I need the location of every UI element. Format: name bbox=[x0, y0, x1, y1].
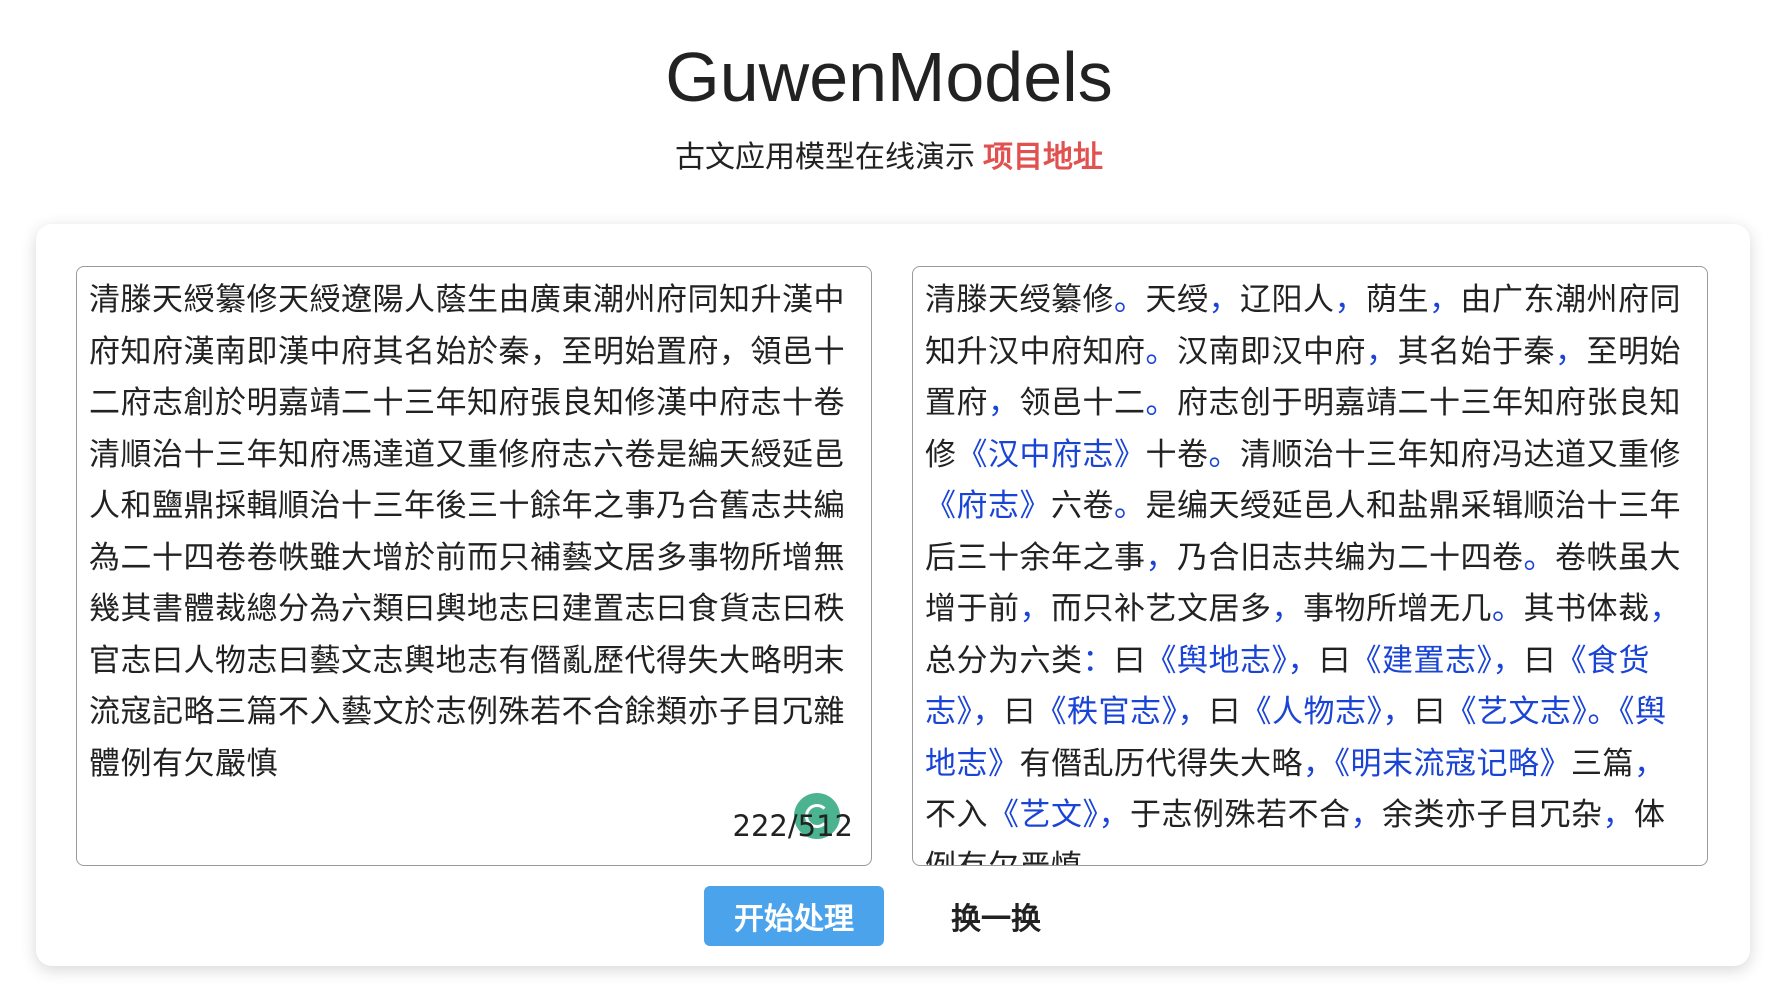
subtitle-text: 古文应用模型在线演示 bbox=[675, 140, 975, 175]
output-segment: 曰 bbox=[1319, 642, 1351, 679]
output-segment: 汉南即汉中府 bbox=[1177, 333, 1366, 370]
output-segment: 。 bbox=[1523, 539, 1555, 576]
output-segment: 辽阳人 bbox=[1240, 282, 1335, 318]
shuffle-button[interactable]: 换一换 bbox=[916, 886, 1076, 946]
output-segment: 领邑十二 bbox=[1019, 385, 1146, 421]
output-segment: 。 bbox=[1145, 385, 1177, 421]
output-panel: 清滕天绶纂修。天绶，辽阳人，荫生，由广东潮州府同知升汉中府知府。汉南即汉中府，其… bbox=[912, 266, 1708, 866]
output-segment: 曰 bbox=[1004, 694, 1036, 730]
output-segment: 三篇 bbox=[1571, 745, 1634, 782]
output-segment: 《艺文志》。 bbox=[1445, 694, 1619, 730]
output-segment: ， bbox=[1649, 591, 1681, 627]
output-segment: 事物所增无几 bbox=[1303, 591, 1492, 627]
output-segment: 不入 bbox=[925, 797, 988, 833]
output-segment: ， bbox=[1145, 539, 1177, 576]
project-link[interactable]: 项目地址 bbox=[983, 140, 1103, 175]
output-segment: 十卷 bbox=[1145, 436, 1209, 473]
output-segment: 《汉中府志》 bbox=[956, 436, 1146, 473]
output-segment: 六卷 bbox=[1051, 488, 1114, 524]
output-segment: 。 bbox=[1145, 333, 1177, 370]
output-segment: 于志例殊若不合 bbox=[1130, 797, 1351, 833]
output-segment: 曰 bbox=[1114, 642, 1146, 679]
output-segment: 其名始于秦 bbox=[1397, 333, 1555, 370]
output-segment: 。 bbox=[1208, 436, 1240, 473]
output-segment: 曰 bbox=[1209, 694, 1241, 730]
output-segment: 天绶 bbox=[1145, 282, 1209, 318]
output-segment: ： bbox=[1082, 642, 1114, 679]
output-segment: 《明末流寇记略》 bbox=[1334, 745, 1571, 782]
output-segment: 《人物志》， bbox=[1240, 694, 1414, 730]
output-segment: 其书体裁 bbox=[1523, 591, 1650, 627]
subtitle: 古文应用模型在线演示 项目地址 bbox=[0, 136, 1778, 180]
output-segment: ， bbox=[1208, 282, 1240, 318]
output-segment: 总分为六类 bbox=[925, 642, 1083, 679]
output-segment: 清顺治十三年知府冯达道又重修 bbox=[1240, 436, 1681, 473]
output-text: 清滕天绶纂修。天绶，辽阳人，荫生，由广东潮州府同知升汉中府知府。汉南即汉中府，其… bbox=[925, 275, 1695, 865]
output-segment: 有僭乱历代得失大略 bbox=[1019, 745, 1303, 782]
start-button[interactable]: 开始处理 bbox=[704, 886, 884, 946]
output-segment: ， bbox=[1429, 282, 1461, 318]
output-segment: 余类亦子目冗杂 bbox=[1382, 797, 1603, 833]
app-title: GuwenModels bbox=[665, 38, 1113, 116]
output-segment: 《艺文》， bbox=[988, 797, 1130, 833]
input-textarea[interactable]: 清滕天綬纂修天綬遼陽人蔭生由廣東潮州府同知升漢中府知府漢南即漢中府其名始於秦，至… bbox=[76, 266, 872, 866]
output-segment: ， bbox=[1634, 745, 1666, 782]
output-segment: ， bbox=[988, 385, 1020, 421]
output-segment: 乃合旧志共编为二十四卷 bbox=[1177, 539, 1524, 576]
output-segment: ， bbox=[1271, 591, 1303, 627]
output-segment: ， bbox=[1602, 797, 1634, 833]
output-segment: ， bbox=[1019, 591, 1051, 627]
output-segment: 。 bbox=[1114, 488, 1146, 524]
output-segment: 《舆地志》， bbox=[1145, 642, 1319, 679]
output-segment: 荫生 bbox=[1366, 282, 1429, 318]
output-segment: ， bbox=[1303, 745, 1335, 782]
output-segment: ， bbox=[1350, 797, 1382, 833]
output-segment: ， bbox=[1334, 282, 1366, 318]
output-segment: 《秩官志》， bbox=[1035, 694, 1209, 730]
output-segment: 而只补艺文居多 bbox=[1051, 591, 1272, 627]
output-segment: ， bbox=[1555, 333, 1587, 370]
output-segment: 。 bbox=[1492, 591, 1524, 627]
char-count: 222/512 bbox=[732, 809, 853, 843]
output-segment: 《府志》 bbox=[925, 488, 1051, 524]
output-segment: 曰 bbox=[1414, 694, 1446, 730]
input-text[interactable]: 清滕天綬纂修天綬遼陽人蔭生由廣東潮州府同知升漢中府知府漢南即漢中府其名始於秦，至… bbox=[89, 275, 859, 790]
output-segment: 《建置志》， bbox=[1350, 642, 1524, 679]
output-segment: 清滕天绶纂修 bbox=[925, 282, 1114, 318]
output-segment: 。 bbox=[1114, 282, 1146, 318]
output-segment: 曰 bbox=[1524, 642, 1556, 679]
output-segment: ， bbox=[1366, 333, 1398, 370]
demo-card: 清滕天綬纂修天綬遼陽人蔭生由廣東潮州府同知升漢中府知府漢南即漢中府其名始於秦，至… bbox=[36, 224, 1750, 966]
